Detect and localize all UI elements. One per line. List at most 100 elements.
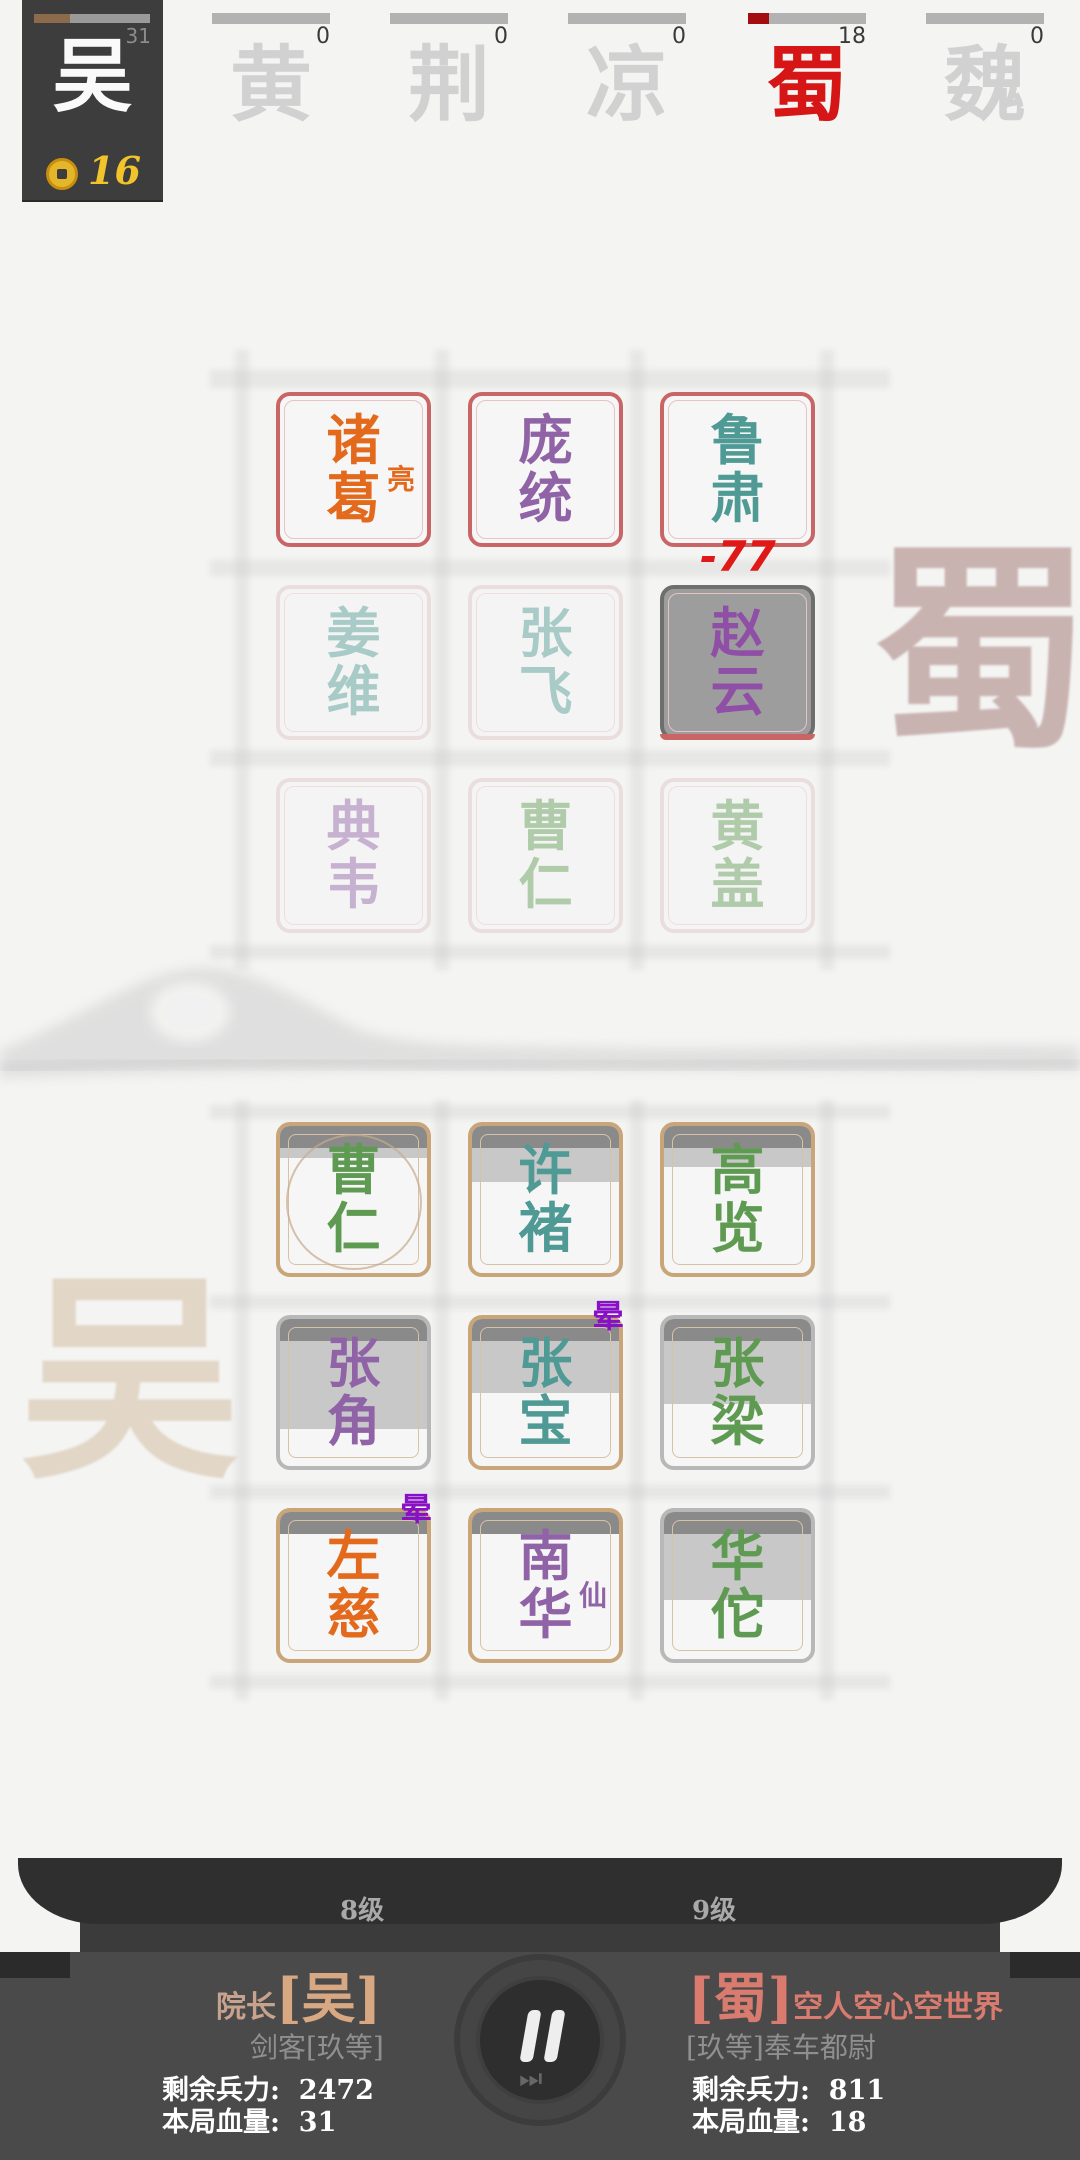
player-unit-tile[interactable]: 张宝 — [468, 1315, 623, 1470]
grid-line — [210, 750, 890, 766]
enemy-hp-bar — [390, 13, 508, 24]
pause-icon[interactable] — [518, 2008, 578, 2068]
unit-name-line1: 鲁 — [710, 408, 765, 472]
unit-name-line1: 华 — [710, 1524, 765, 1588]
player-rank: 剑客[玖等] — [250, 2031, 384, 2064]
player-hp-label: 本局血量: — [162, 2107, 280, 2138]
enemy-faction-slot[interactable]: 0荆 — [390, 0, 510, 150]
grid-line — [210, 1675, 890, 1689]
unit-name-suffix: 仙 — [578, 1579, 607, 1612]
unit-name-line2: 慈 — [326, 1582, 381, 1646]
player-faction-text: 吴 — [301, 1966, 356, 2030]
player-hp-row: 本局血量: 31 — [162, 2100, 336, 2139]
player-title: 院长 — [216, 1990, 276, 2025]
unit-name-line2: 统 — [518, 466, 573, 530]
enemy-unit-tile[interactable]: 典韦 — [276, 778, 431, 933]
unit-name-line2: 佗 — [710, 1582, 765, 1646]
coin-icon — [46, 158, 78, 190]
unit-name-line2: 盖 — [710, 852, 765, 916]
enemy-unit-tile[interactable]: 鲁肃 — [660, 392, 815, 547]
enemy-hp-bar — [748, 13, 866, 24]
player-info-header: 院长[吴] — [216, 1954, 381, 2030]
roof-corner — [0, 1952, 70, 1978]
stun-status-tag: 晕 — [592, 1297, 625, 1335]
player-unit-tile[interactable]: 张梁 — [660, 1315, 815, 1470]
unit-name-line2: 宝 — [518, 1389, 573, 1453]
enemy-hp-bar — [568, 13, 686, 24]
fast-forward-icon[interactable]: ⏭ — [519, 2064, 542, 2095]
player-unit-tile[interactable]: 南华仙 — [468, 1508, 623, 1663]
player-hp-bar — [34, 14, 150, 23]
grid-line — [630, 1100, 644, 1700]
unit-name-suffix: 亮 — [386, 463, 415, 496]
enemy-hp-bar — [926, 13, 1044, 24]
enemy-hp-label: 本局血量: — [692, 2107, 810, 2138]
enemy-hp-row: 本局血量: 18 — [692, 2100, 866, 2139]
player-unit-tile[interactable]: 许褚 — [468, 1122, 623, 1277]
unit-name-line1: 赵 — [710, 601, 765, 665]
player-unit-tile[interactable]: 张角 — [276, 1315, 431, 1470]
unit-name-line2: 仁 — [518, 852, 573, 916]
player-hp-bottom: 31 — [298, 2107, 337, 2138]
enemy-faction-slot[interactable]: 18 蜀 — [748, 0, 868, 150]
enemy-faction-badge: [蜀] — [688, 1966, 794, 2030]
unit-name-line1: 高 — [710, 1138, 765, 1202]
unit-name-line2: 韦 — [326, 852, 381, 916]
unit-name-line2: 维 — [326, 659, 381, 723]
enemy-unit-tile[interactable]: 张飞 — [468, 585, 623, 740]
unit-name-line1: 姜 — [326, 601, 381, 665]
stun-status-tag: 晕 — [400, 1490, 433, 1528]
unit-name-line1: 曹 — [326, 1138, 381, 1202]
unit-name-line2: 褚 — [518, 1196, 573, 1260]
grid-line — [435, 350, 449, 970]
unit-name-line1: 张 — [518, 601, 573, 665]
grid-line — [630, 350, 644, 970]
enemy-unit-tile[interactable]: 庞统 — [468, 392, 623, 547]
enemy-unit-tile[interactable]: 姜维 — [276, 585, 431, 740]
grid-line — [210, 370, 890, 388]
unit-name-line1: 左 — [326, 1524, 381, 1588]
player-faction: 吴 — [52, 29, 133, 123]
roof-eave — [18, 1858, 1062, 1924]
player-unit-tile[interactable]: 左慈 — [276, 1508, 431, 1663]
enemy-unit-tile[interactable]: 黄盖 — [660, 778, 815, 933]
enemy-faction-slot[interactable]: 0魏 — [926, 0, 1046, 150]
gold-count: 16 — [88, 148, 141, 193]
grid-line — [210, 1485, 890, 1499]
unit-name-line1: 典 — [326, 794, 381, 858]
player-level: 8级 — [340, 1896, 385, 1926]
unit-name-line2: 肃 — [710, 466, 765, 530]
unit-name-line1: 张 — [710, 1331, 765, 1395]
unit-name-line2: 仁 — [326, 1196, 381, 1260]
unit-name-line2: 览 — [710, 1196, 765, 1260]
enemy-faction-char: 魏 — [943, 37, 1026, 133]
enemy-faction-slot[interactable]: 0黄 — [212, 0, 332, 150]
enemy-faction-char: 凉 — [585, 37, 668, 133]
unit-name-line2: 飞 — [518, 659, 573, 723]
enemy-unit-tile[interactable]: 曹仁 — [468, 778, 623, 933]
enemy-rank: [玖等]奉车都尉 — [686, 2031, 876, 2064]
player-unit-tile[interactable]: 华佗 — [660, 1508, 815, 1663]
player-faction-watermark: 吴 — [20, 1250, 241, 1509]
player-faction-badge: [吴] — [276, 1966, 382, 2030]
enemy-hp-bar — [212, 13, 330, 24]
player-card: 31 吴 16 — [22, 0, 163, 202]
enemy-unit-tile[interactable]: 赵云 — [660, 585, 815, 740]
enemy-info-header: [蜀]空人空心空世界 — [688, 1954, 1003, 2030]
unit-name-line1: 黄 — [710, 794, 765, 858]
grid-line — [435, 1100, 449, 1700]
enemy-faction-text: 蜀 — [713, 1966, 768, 2030]
enemy-faction-slot[interactable]: 0凉 — [568, 0, 688, 150]
grid-line — [820, 1100, 834, 1700]
player-unit-tile[interactable]: 曹仁 — [276, 1122, 431, 1277]
grid-line — [820, 350, 834, 970]
enemy-faction-watermark: 蜀 — [872, 520, 1080, 779]
grid-line — [235, 350, 249, 970]
enemy-faction-char: 黄 — [229, 37, 312, 133]
unit-name-line1: 曹 — [518, 794, 573, 858]
ink-mountain-decoration — [0, 967, 1080, 1078]
player-unit-tile[interactable]: 高览 — [660, 1122, 815, 1277]
enemy-faction-char: 蜀 — [765, 37, 848, 133]
grid-line — [210, 1295, 890, 1309]
enemy-unit-tile[interactable]: 诸葛亮 — [276, 392, 431, 547]
